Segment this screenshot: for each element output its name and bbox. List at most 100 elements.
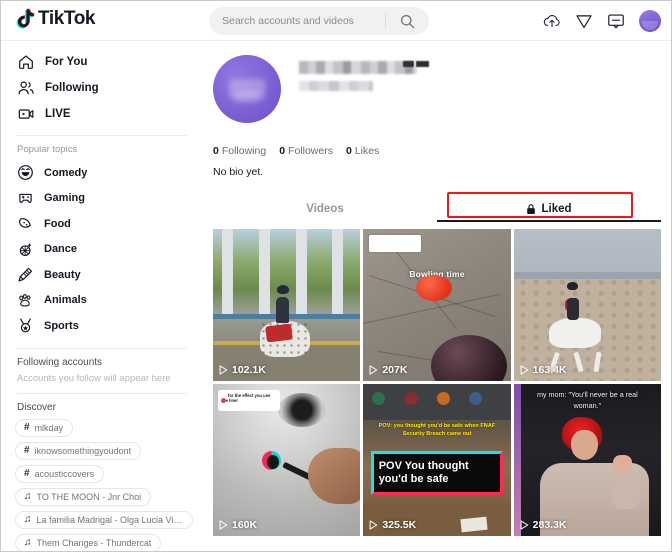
sidebar-item-for-you[interactable]: For You: [11, 49, 193, 74]
sidebar-label: Following: [45, 81, 99, 94]
tab-active-underline: [437, 220, 661, 222]
discover-tag-list: # mlkday # iknowsomethingyoudont # acous…: [11, 418, 193, 551]
play-icon: [520, 520, 528, 530]
tab-videos[interactable]: Videos: [213, 196, 437, 222]
hashtag-icon: #: [24, 468, 30, 479]
video-thumbnail[interactable]: POV: you thought you'd be safe when FNAF…: [363, 384, 511, 536]
sidebar-item-live[interactable]: LIVE: [11, 101, 193, 126]
view-count-text: 207K: [382, 364, 408, 376]
stat-count: 0: [213, 145, 219, 157]
stat-label: Following: [221, 145, 267, 157]
tab-liked[interactable]: Liked: [437, 196, 661, 222]
sidebar-item-gaming[interactable]: Gaming: [11, 186, 193, 212]
send-plane-icon[interactable]: [575, 12, 593, 30]
video-comment-overlay: for the effect you use eye liner: [218, 390, 280, 411]
profile-header: [207, 41, 665, 123]
sidebar-item-beauty[interactable]: Beauty: [11, 262, 193, 288]
profile-avatar-large[interactable]: [213, 55, 281, 123]
view-count-text: 102.1K: [232, 364, 266, 376]
profile-avatar[interactable]: [639, 10, 661, 32]
video-thumbnail[interactable]: 102.1K: [213, 229, 361, 381]
search-button[interactable]: [386, 7, 428, 35]
tag-label: mlkday: [34, 422, 64, 433]
tab-label: Liked: [541, 203, 572, 215]
sidebar-divider-3: [17, 392, 187, 394]
search-bar[interactable]: [209, 7, 429, 35]
tag-label: La familia Madrigal - Olga Lucia Vives &…: [36, 514, 184, 525]
profile-handle-redacted: [299, 81, 373, 91]
play-icon: [219, 520, 228, 530]
top-bar-icons: [543, 1, 661, 41]
makeup-brush-icon: [18, 268, 33, 282]
paw-print-icon: [19, 293, 31, 307]
discover-tag[interactable]: ♫ Them Changes - Thundercat: [15, 533, 162, 551]
people-icon: [18, 81, 34, 94]
sidebar-item-comedy[interactable]: Comedy: [11, 160, 193, 186]
topic-label: Sports: [44, 319, 79, 332]
video-view-count: 283.3K: [520, 519, 567, 531]
topic-label: Gaming: [44, 192, 85, 205]
view-count-text: 283.3K: [532, 519, 567, 531]
profile-bio: No bio yet.: [213, 166, 264, 178]
discover-tag[interactable]: ♫ La familia Madrigal - Olga Lucia Vives…: [15, 510, 193, 529]
view-count-text: 163.4K: [532, 364, 567, 376]
sidebar-divider-1: [17, 135, 187, 136]
video-view-count: 325.5K: [369, 519, 416, 531]
laughing-face-icon: [18, 165, 33, 181]
gamepad-icon: [19, 193, 32, 203]
music-note-icon: ♫: [24, 514, 32, 525]
video-thumbnail[interactable]: 163.4K: [513, 229, 661, 381]
play-icon: [520, 365, 528, 375]
tiktok-logo[interactable]: TikTok: [15, 8, 95, 30]
disco-ball-icon: [19, 243, 32, 256]
sidebar-item-following[interactable]: Following: [11, 75, 193, 100]
video-view-count: 207K: [369, 364, 407, 376]
sidebar-item-dance[interactable]: Dance: [11, 237, 193, 263]
lock-icon: [527, 204, 536, 214]
hashtag-icon: #: [24, 445, 30, 456]
discover-tag[interactable]: # acousticcovers: [15, 464, 105, 483]
sidebar-item-sports[interactable]: Sports: [11, 313, 193, 339]
video-comment-overlay: [369, 235, 422, 252]
video-overlay-text: for the effect you use eye liner: [221, 392, 271, 404]
live-video-icon: [18, 108, 34, 119]
stat-likes[interactable]: 0 Likes: [346, 145, 379, 157]
video-thumbnail[interactable]: for the effect you use eye liner 160K: [213, 384, 361, 536]
music-note-icon: ♫: [24, 491, 32, 502]
discover-tag[interactable]: # mlkday: [15, 418, 74, 437]
video-thumbnail[interactable]: my mom: "You'll never be a real woman." …: [513, 384, 661, 536]
hashtag-icon: #: [24, 422, 30, 433]
stat-count: 0: [345, 145, 352, 157]
profile-tabs: Videos Liked: [213, 192, 661, 222]
profile-name-area: [299, 55, 429, 123]
view-count-text: 325.5K: [382, 519, 417, 531]
sidebar-item-food[interactable]: Food: [11, 211, 193, 237]
search-input[interactable]: [209, 8, 385, 34]
discover-heading: Discover: [17, 401, 56, 413]
message-icon[interactable]: [607, 12, 625, 30]
upload-cloud-icon[interactable]: [543, 12, 561, 30]
video-view-count: 160K: [219, 519, 257, 531]
liked-video-grid: 102.1K Bowling time 207K 163.4K for the …: [213, 229, 661, 536]
profile-badge-redacted: [403, 61, 429, 67]
video-overlay-text: POV You thought you'd be safe: [370, 450, 504, 495]
discover-tag[interactable]: ♫ TO THE MOON - Jnr Choi: [15, 487, 152, 506]
tag-label: TO THE MOON - Jnr Choi: [36, 491, 142, 502]
sidebar-divider-2: [17, 347, 187, 349]
browser-window: TikTok Search accounts and videos For Yo…: [0, 0, 672, 552]
play-icon: [369, 365, 378, 375]
home-icon: [19, 54, 33, 69]
tab-label: Videos: [306, 203, 344, 215]
video-thumbnail[interactable]: Bowling time 207K: [363, 229, 511, 381]
sidebar-item-animals[interactable]: Animals: [11, 288, 193, 314]
tag-label: iknowsomethingyoudont: [34, 445, 132, 456]
video-yellow-caption: POV: you thought you'd be safe when FNAF…: [378, 423, 496, 438]
stat-following[interactable]: 0 Following: [213, 145, 266, 157]
profile-stats: 0 Following 0 Followers 0 Likes: [207, 123, 665, 157]
stat-followers[interactable]: 0 Followers: [279, 145, 333, 157]
topic-label: Dance: [44, 243, 78, 256]
video-overlay-text: my mom: "You'll never be a real woman.": [536, 390, 638, 410]
discover-tag[interactable]: # iknowsomethingyoudont: [15, 441, 142, 460]
sidebar-label: For You: [45, 55, 88, 68]
profile-username-redacted: [299, 61, 417, 74]
